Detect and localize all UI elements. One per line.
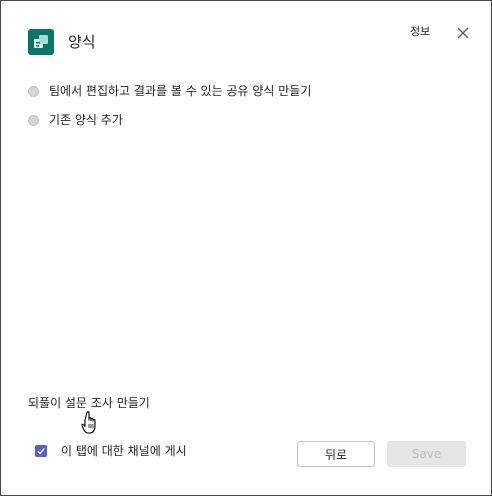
option-label: 기존 양식 추가 (49, 113, 123, 127)
post-to-channel-checkbox[interactable] (35, 445, 47, 457)
about-link[interactable]: 정보 (410, 25, 430, 39)
save-button[interactable]: Save (387, 441, 466, 467)
option-add-existing-form[interactable]: 기존 양식 추가 (28, 112, 123, 128)
post-to-channel-row[interactable]: 이 탭에 대한 채널에 게시 (35, 444, 187, 458)
post-to-channel-label: 이 탭에 대한 채널에 게시 (61, 444, 187, 458)
checkmark-icon (37, 448, 45, 455)
forms-app-icon (28, 29, 54, 55)
hand-pointer-cursor-icon (81, 411, 99, 435)
forms-tab-dialog: 양식 정보 팀에서 편집하고 결과를 볼 수 있는 공유 양식 만들기 기존 양… (0, 0, 492, 496)
option-label: 팀에서 편집하고 결과를 볼 수 있는 공유 양식 만들기 (49, 84, 312, 98)
radio-button[interactable] (28, 114, 39, 126)
radio-button[interactable] (28, 85, 39, 97)
close-icon[interactable] (455, 25, 471, 41)
back-button[interactable]: 뒤로 (297, 441, 375, 467)
option-create-shared-form[interactable]: 팀에서 편집하고 결과를 볼 수 있는 공유 양식 만들기 (28, 83, 311, 99)
dialog-title: 양식 (68, 33, 96, 51)
create-recurring-poll-link[interactable]: 되풀이 설문 조사 만들기 (28, 396, 150, 410)
